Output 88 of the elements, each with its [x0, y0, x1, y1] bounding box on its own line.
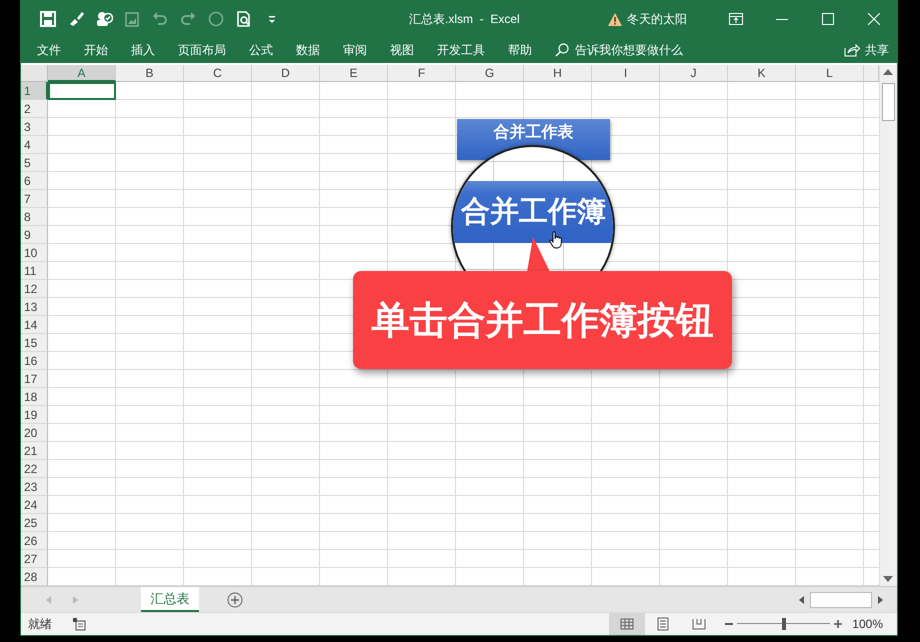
row-header[interactable]: 23	[21, 478, 48, 496]
row-header[interactable]: 9	[21, 226, 48, 244]
column-header[interactable]: L	[796, 65, 864, 82]
row-header[interactable]: 1	[21, 82, 48, 100]
merge-workbooks-button[interactable]: 合并工作簿	[453, 181, 613, 244]
ribbon-tab[interactable]: 开发工具	[427, 42, 495, 59]
share-button[interactable]: 共享	[865, 42, 889, 59]
row-header[interactable]: 3	[21, 118, 48, 136]
column-header[interactable]: D	[252, 65, 320, 82]
row-header[interactable]: 7	[21, 190, 48, 208]
active-cell[interactable]	[48, 82, 116, 100]
minimize-icon[interactable]	[776, 18, 788, 20]
scroll-right-icon[interactable]	[878, 596, 883, 604]
zoom-level[interactable]: 100%	[852, 617, 883, 631]
column-header[interactable]: A	[48, 65, 116, 82]
horizontal-scrollbar[interactable]	[810, 592, 872, 608]
row-header[interactable]: 21	[21, 442, 48, 460]
row-header[interactable]: 20	[21, 424, 48, 442]
scroll-up-icon[interactable]	[883, 69, 893, 76]
row-header[interactable]: 16	[21, 352, 48, 370]
page-layout-view-icon[interactable]	[655, 616, 672, 632]
user-check-icon[interactable]	[95, 10, 113, 28]
status-text: 就绪	[28, 616, 52, 632]
close-icon[interactable]	[868, 13, 880, 25]
scroll-thumb[interactable]	[882, 83, 895, 122]
row-header[interactable]: 15	[21, 334, 48, 352]
row-header[interactable]: 26	[21, 532, 48, 550]
scroll-left-icon[interactable]	[799, 596, 804, 604]
ribbon-tab[interactable]: 开始	[74, 42, 118, 59]
row-header[interactable]: 4	[21, 136, 48, 154]
column-header[interactable]: F	[388, 65, 456, 82]
ribbon-tab[interactable]: 帮助	[498, 42, 542, 59]
maximize-icon[interactable]	[822, 13, 834, 25]
ribbon-tab[interactable]: 插入	[121, 42, 165, 59]
ribbon-tab[interactable]: 页面布局	[168, 42, 236, 59]
column-header[interactable]: C	[184, 65, 252, 82]
row-header[interactable]: 22	[21, 460, 48, 478]
tell-me-field[interactable]: 告诉我你想要做什么	[575, 42, 683, 59]
vertical-scrollbar[interactable]	[879, 65, 897, 586]
row-header[interactable]: 24	[21, 496, 48, 514]
column-header[interactable]: I	[592, 65, 660, 82]
ribbon-tab[interactable]: 文件	[27, 42, 71, 59]
search-icon	[555, 43, 569, 58]
row-header[interactable]: 8	[21, 208, 48, 226]
row-header[interactable]: 17	[21, 370, 48, 388]
zoom-thumb[interactable]	[782, 618, 786, 630]
column-header[interactable]: K	[728, 65, 796, 82]
save-icon[interactable]	[39, 10, 57, 28]
scroll-down-icon[interactable]	[883, 576, 893, 582]
window-title: 汇总表.xlsm - Excel	[408, 10, 521, 28]
normal-view-icon[interactable]	[619, 616, 636, 632]
row-header[interactable]: 28	[21, 568, 48, 586]
row-header[interactable]: 27	[21, 550, 48, 568]
zoom-in-icon[interactable]	[834, 620, 842, 628]
add-sheet-icon[interactable]	[227, 592, 243, 608]
ribbon-tab[interactable]: 审阅	[333, 42, 377, 59]
zoom-out-icon[interactable]	[725, 620, 734, 628]
hand-cursor-icon	[549, 231, 563, 250]
column-header[interactable]: H	[524, 65, 592, 82]
print-preview-icon[interactable]	[235, 10, 253, 28]
page-break-view-icon[interactable]	[691, 616, 708, 632]
row-header[interactable]: 2	[21, 100, 48, 118]
ribbon-tab[interactable]: 数据	[286, 42, 330, 59]
row-header[interactable]: 10	[21, 244, 48, 262]
column-header[interactable]: B	[116, 65, 184, 82]
ribbon-tab[interactable]: 视图	[380, 42, 424, 59]
ribbon-display-icon[interactable]	[729, 13, 743, 25]
user-name[interactable]: 冬天的太阳	[627, 10, 687, 28]
share-icon[interactable]	[844, 43, 860, 58]
warning-icon	[607, 12, 623, 26]
column-header[interactable]: J	[660, 65, 728, 82]
column-header[interactable]: G	[456, 65, 524, 82]
row-header[interactable]: 19	[21, 406, 48, 424]
normal-view-button[interactable]	[609, 613, 646, 635]
row-header[interactable]: 11	[21, 262, 48, 280]
row-header[interactable]: 14	[21, 316, 48, 334]
callout: 单击合并工作簿按钮	[353, 271, 732, 370]
row-header[interactable]: 12	[21, 280, 48, 298]
macro-record-icon[interactable]	[72, 617, 86, 631]
row-header[interactable]: 18	[21, 388, 48, 406]
header-strip	[864, 65, 879, 82]
column-header[interactable]: E	[320, 65, 388, 82]
ribbon-tab[interactable]: 公式	[239, 42, 283, 59]
sheet-tab[interactable]: 汇总表	[141, 587, 199, 612]
row-header[interactable]: 25	[21, 514, 48, 532]
row-header[interactable]: 13	[21, 298, 48, 316]
row-header[interactable]: 6	[21, 172, 48, 190]
row-header[interactable]: 5	[21, 154, 48, 172]
